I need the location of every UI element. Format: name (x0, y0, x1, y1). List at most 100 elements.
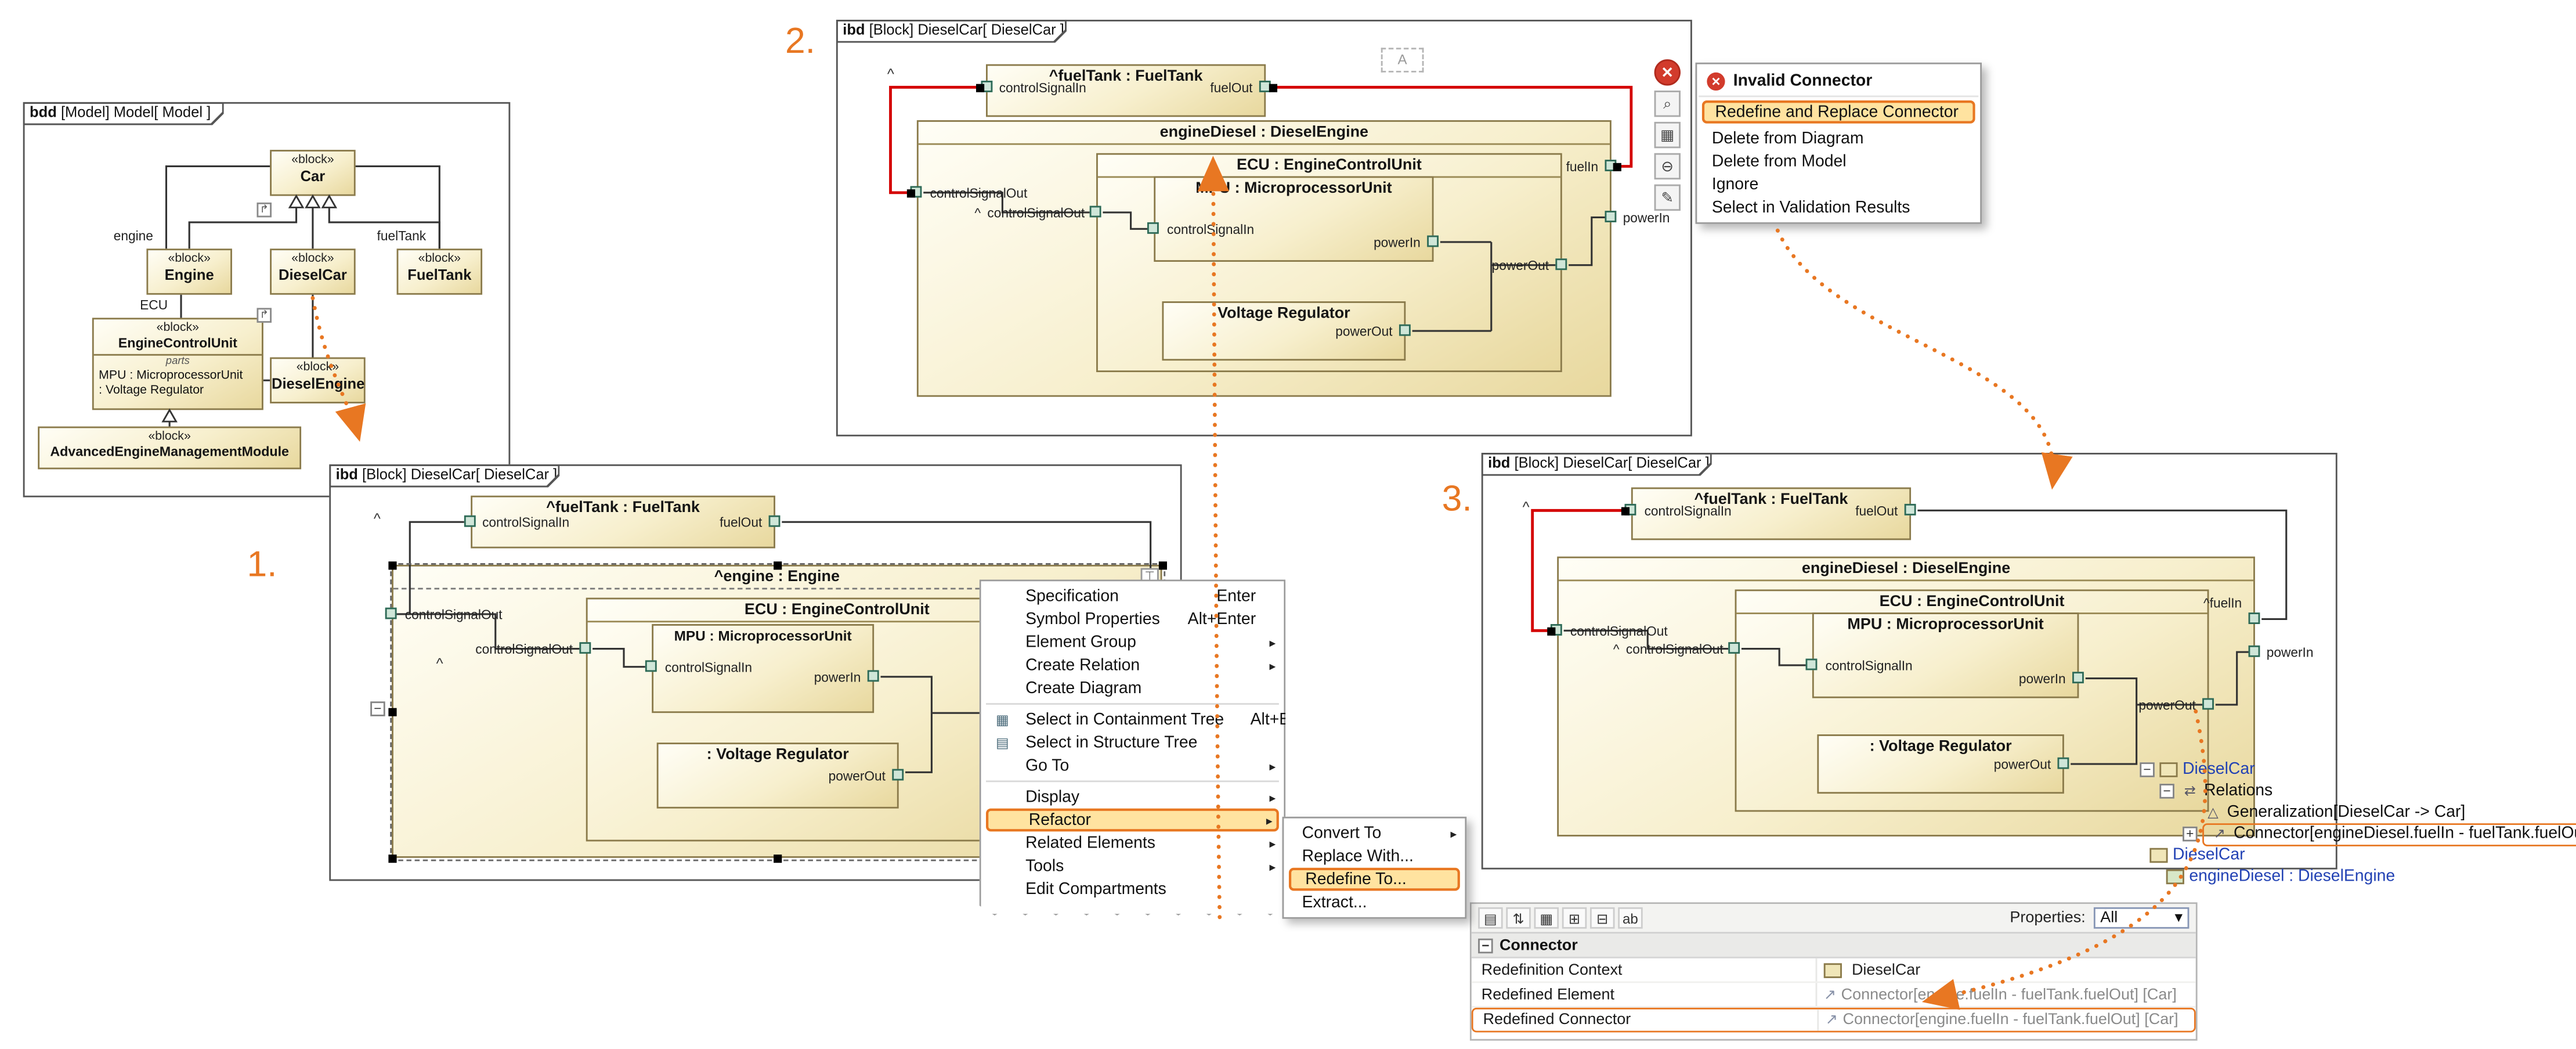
port-powerout-ecu[interactable] (1555, 258, 1567, 270)
port-controlsignalin[interactable] (464, 516, 476, 527)
selection-handle[interactable] (1159, 561, 1167, 569)
grid-icon[interactable]: ▦ (1654, 122, 1681, 148)
menu-item-redefine-to[interactable]: Redefine To... (1289, 868, 1460, 891)
port-powerout-ecu[interactable] (2202, 698, 2214, 710)
property-value[interactable]: ↗Connector[engine.fuelIn - fuelTank.fuel… (1819, 1011, 2194, 1029)
menu-item-go-to[interactable]: Go To▸ (982, 754, 1282, 777)
block-car[interactable]: «block»Car (270, 150, 355, 196)
selection-handle[interactable] (388, 708, 396, 716)
port-fuelout[interactable] (1905, 504, 1916, 516)
tree-item-connector[interactable]: +↗Connector[engineDiesel.fuelIn - fuelTa… (2140, 823, 2576, 845)
port-powerout-vr[interactable] (1399, 325, 1411, 336)
association-engine-line[interactable] (166, 166, 270, 248)
menu-item-refactor[interactable]: Refactor▸ (986, 809, 1279, 832)
part-item[interactable]: MPU : MicroprocessorUnit (94, 369, 262, 383)
port-powerin-enginediesel[interactable] (2249, 646, 2260, 657)
port-powerout-vr[interactable] (892, 769, 904, 781)
menu-item-specification[interactable]: SpecificationEnter (982, 585, 1282, 608)
connector-endpoint-handle[interactable] (1621, 507, 1630, 516)
collapse-icon[interactable]: − (2159, 784, 2174, 799)
menu-item-delete-from-model[interactable]: Delete from Model (1699, 150, 1978, 173)
tree-item-relations[interactable]: −⇄Relations (2140, 780, 2576, 802)
abbreviations-icon[interactable]: ab (1618, 907, 1643, 929)
menu-item-select-in-structure-tree[interactable]: ▤Select in Structure Tree (982, 731, 1282, 754)
collapse-compartment-button[interactable]: − (370, 701, 385, 716)
port-controlsignalout-ecu[interactable] (1090, 206, 1101, 218)
port-controlsignalout[interactable] (385, 608, 397, 619)
tree-item-dieselcar[interactable]: −DieselCar (2140, 759, 2576, 781)
bdd-diagram-tab[interactable]: bdd [Model] Model[ Model ] (23, 102, 224, 125)
block-name: EngineControlUnit (94, 335, 262, 352)
block-fueltank[interactable]: «block»FuelTank (397, 248, 482, 294)
menu-item-display[interactable]: Display▸ (982, 785, 1282, 809)
block-dieselengine[interactable]: «block»DieselEngine (270, 357, 366, 403)
zoom-out-icon[interactable]: ⊖ (1654, 153, 1681, 179)
sort-icon[interactable]: ⇅ (1506, 907, 1531, 929)
expand-all-icon[interactable]: ⊞ (1562, 907, 1587, 929)
categorized-view-icon[interactable]: ▤ (1478, 907, 1503, 929)
tree-item-dieselcar-2[interactable]: DieselCar (2140, 845, 2576, 866)
menu-item-create-diagram[interactable]: Create Diagram (982, 677, 1282, 700)
menu-item-select-in-validation-results[interactable]: Select in Validation Results (1699, 196, 1978, 219)
block-enginecontrolunit[interactable]: «block» EngineControlUnit parts MPU : Mi… (92, 318, 263, 410)
selection-handle[interactable] (388, 855, 396, 863)
menu-item-redefine-and-replace-connector[interactable]: Redefine and Replace Connector (1702, 100, 1975, 124)
block-engine[interactable]: «block»Engine (146, 248, 232, 294)
edit-icon[interactable]: ✎ (1654, 185, 1681, 211)
connector-endpoint-handle[interactable] (976, 84, 984, 92)
collapse-icon[interactable]: − (2140, 762, 2155, 777)
menu-item-create-relation[interactable]: Create Relation▸ (982, 654, 1282, 677)
connector-endpoint-handle[interactable] (907, 189, 915, 197)
tree-item-enginediesel-part[interactable]: engineDiesel : DieselEngine (2140, 866, 2576, 888)
port-powerin-enginediesel[interactable] (1605, 211, 1616, 222)
tree-item-generalization[interactable]: △Generalization[DieselCar -> Car] (2140, 802, 2576, 823)
menu-item-element-group[interactable]: Element Group▸ (982, 630, 1282, 654)
port-controlsignalin-mpu[interactable] (1147, 222, 1159, 234)
generalization-line[interactable] (189, 207, 296, 248)
table-view-icon[interactable]: ▦ (1534, 907, 1559, 929)
part-item[interactable]: : Voltage Regulator (94, 383, 262, 396)
expand-icon[interactable]: + (2183, 827, 2198, 842)
menu-item-convert-to[interactable]: Convert To▸ (1285, 821, 1463, 845)
redefines-adornment-icon: ↱ (256, 308, 272, 323)
port-controlsignalin-mpu[interactable] (1806, 659, 1818, 671)
port-powerin-mpu[interactable] (868, 670, 879, 682)
ibd-diagram-tab[interactable]: ibd [Block] DieselCar[ DieselCar ] (836, 20, 1067, 43)
stereotype-label: «block» (272, 250, 354, 266)
connector-endpoint-handle[interactable] (1613, 163, 1621, 171)
collapse-icon[interactable]: − (1478, 938, 1493, 953)
menu-item-extract[interactable]: Extract... (1285, 891, 1463, 914)
block-advancedenginemanagementmodule[interactable]: «block»AdvancedEngineManagementModule (38, 427, 301, 470)
menu-item-replace-with[interactable]: Replace With... (1285, 845, 1463, 868)
port-fuelout[interactable] (769, 516, 781, 527)
port-powerin-mpu[interactable] (2072, 672, 2084, 683)
port-fuelin-redefined[interactable] (2249, 612, 2260, 624)
block-dieselcar[interactable]: «block»DieselCar (270, 248, 355, 294)
menu-item-delete-from-diagram[interactable]: Delete from Diagram (1699, 127, 1978, 150)
port-controlsignalout-ecu[interactable] (579, 642, 591, 654)
menu-item-tools[interactable]: Tools▸ (982, 855, 1282, 878)
find-icon[interactable]: ⌕ (1654, 91, 1681, 117)
menu-item-select-in-containment-tree[interactable]: ▦Select in Containment TreeAlt+B (982, 708, 1282, 731)
selection-handle[interactable] (388, 561, 396, 569)
ibd-diagram-tab[interactable]: ibd [Block] DieselCar[ DieselCar ] (1482, 453, 1712, 476)
menu-item-edit-compartments[interactable]: Edit Compartments (982, 878, 1282, 901)
ibd-diagram-tab[interactable]: ibd [Block] DieselCar[ DieselCar ] (329, 464, 559, 488)
menu-item-related-elements[interactable]: Related Elements▸ (982, 831, 1282, 855)
collapse-all-icon[interactable]: ⊟ (1590, 907, 1615, 929)
port-controlsignalin-mpu[interactable] (645, 660, 657, 672)
property-value[interactable]: ↗Connector[engine.fuelIn - fuelTank.fuel… (1817, 986, 2195, 1004)
selection-handle[interactable] (774, 561, 782, 569)
connector-endpoint-handle[interactable] (1547, 628, 1555, 636)
port-powerin-mpu[interactable] (1427, 236, 1439, 247)
menu-item-ignore[interactable]: Ignore (1699, 173, 1978, 196)
port-controlsignalout-ecu[interactable] (1728, 642, 1740, 654)
connector-endpoint-handle[interactable] (1269, 84, 1277, 92)
menu-item-symbol-properties[interactable]: Symbol PropertiesAlt+Enter (982, 608, 1282, 631)
properties-scope-dropdown[interactable]: All▾ (2094, 907, 2190, 929)
selection-handle[interactable] (774, 855, 782, 863)
invalid-marker-icon[interactable]: ✕ (1654, 59, 1681, 85)
property-value[interactable]: DieselCar (1817, 961, 2195, 979)
port-powerout-vr[interactable] (2058, 758, 2069, 769)
properties-section-connector[interactable]: −Connector (1472, 933, 2196, 958)
